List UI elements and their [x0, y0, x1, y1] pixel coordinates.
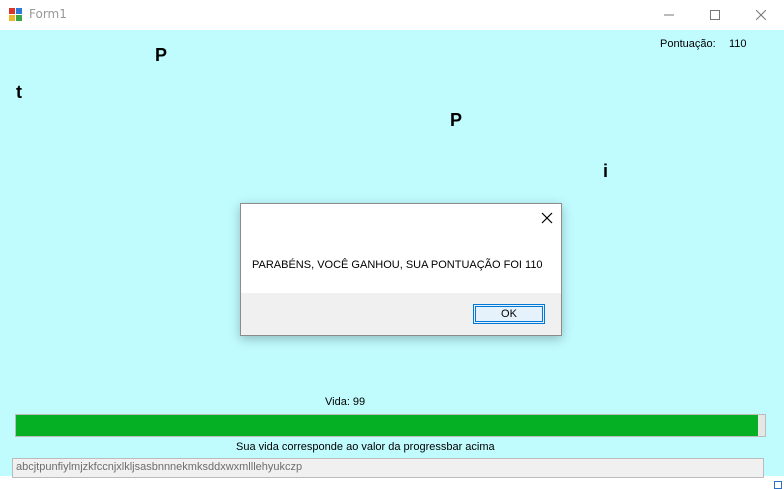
message-box: PARABÉNS, VOCÊ GANHOU, SUA PONTUAÇÃO FOI… — [240, 203, 562, 336]
life-progress-fill — [16, 415, 758, 436]
falling-letter: P — [155, 45, 168, 65]
window-title: Form1 — [29, 7, 67, 21]
dialog-message: PARABÉNS, VOCÊ GANHOU, SUA PONTUAÇÃO FOI… — [252, 259, 543, 271]
score-value: 110 — [729, 38, 747, 50]
game-area: P t P i Pontuação: 110 Vida: 99 Sua vida… — [0, 30, 784, 489]
app-icon — [9, 8, 23, 22]
life-caption: Sua vida corresponde ao valor da progres… — [236, 441, 495, 453]
falling-letter: i — [603, 161, 609, 181]
title-bar: Form1 — [0, 0, 784, 30]
close-icon — [541, 212, 553, 224]
life-label: Vida: 99 — [325, 396, 366, 408]
maximize-button[interactable] — [692, 0, 738, 30]
life-progressbar — [15, 414, 766, 437]
typing-input[interactable]: abcjtpunfiylmjzkfccnjxlkljsasbnnnekmksdd… — [12, 458, 764, 478]
ok-button[interactable]: OK — [473, 304, 545, 324]
dialog-footer: OK — [241, 293, 561, 335]
close-icon — [756, 10, 766, 20]
dialog-close-button[interactable] — [537, 208, 557, 228]
falling-letter: t — [16, 82, 22, 102]
close-button[interactable] — [738, 0, 784, 30]
minimize-icon — [664, 14, 674, 16]
falling-letter: P — [450, 110, 463, 130]
score-label: Pontuação: — [660, 38, 716, 50]
resize-grip-icon — [774, 481, 782, 489]
minimize-button[interactable] — [646, 0, 692, 30]
maximize-icon — [710, 10, 720, 20]
